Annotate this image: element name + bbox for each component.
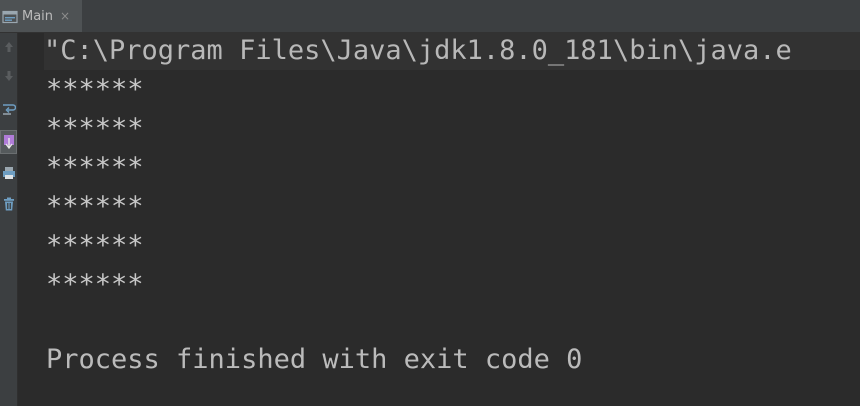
up-arrow-icon[interactable]: [0, 37, 17, 57]
down-arrow-icon[interactable]: [0, 66, 17, 86]
run-window: Main × "C:\Program Files\Java\jdk1.8.0_1…: [0, 0, 860, 406]
tab-label: Main: [22, 8, 54, 24]
output-line: ******: [46, 191, 144, 222]
output-line: ******: [46, 74, 144, 105]
close-icon[interactable]: ×: [60, 10, 70, 22]
output-line: ******: [46, 269, 144, 300]
console-icon: [2, 9, 18, 24]
output-line: ******: [46, 113, 144, 144]
command-line: "C:\Program Files\Java\jdk1.8.0_181\bin\…: [44, 33, 860, 70]
output-line: ******: [46, 152, 144, 183]
print-icon[interactable]: [0, 163, 17, 183]
run-tab-bar: Main ×: [0, 0, 860, 33]
soft-wrap-icon[interactable]: [0, 99, 17, 119]
exit-message: Process finished with exit code 0: [46, 344, 583, 375]
scroll-to-end-icon[interactable]: [0, 130, 17, 154]
output-line: ******: [46, 230, 144, 261]
tab-main[interactable]: Main ×: [0, 0, 82, 32]
clear-all-icon[interactable]: [0, 194, 17, 214]
console-toolbar: [0, 33, 18, 406]
console-output[interactable]: "C:\Program Files\Java\jdk1.8.0_181\bin\…: [18, 33, 860, 406]
